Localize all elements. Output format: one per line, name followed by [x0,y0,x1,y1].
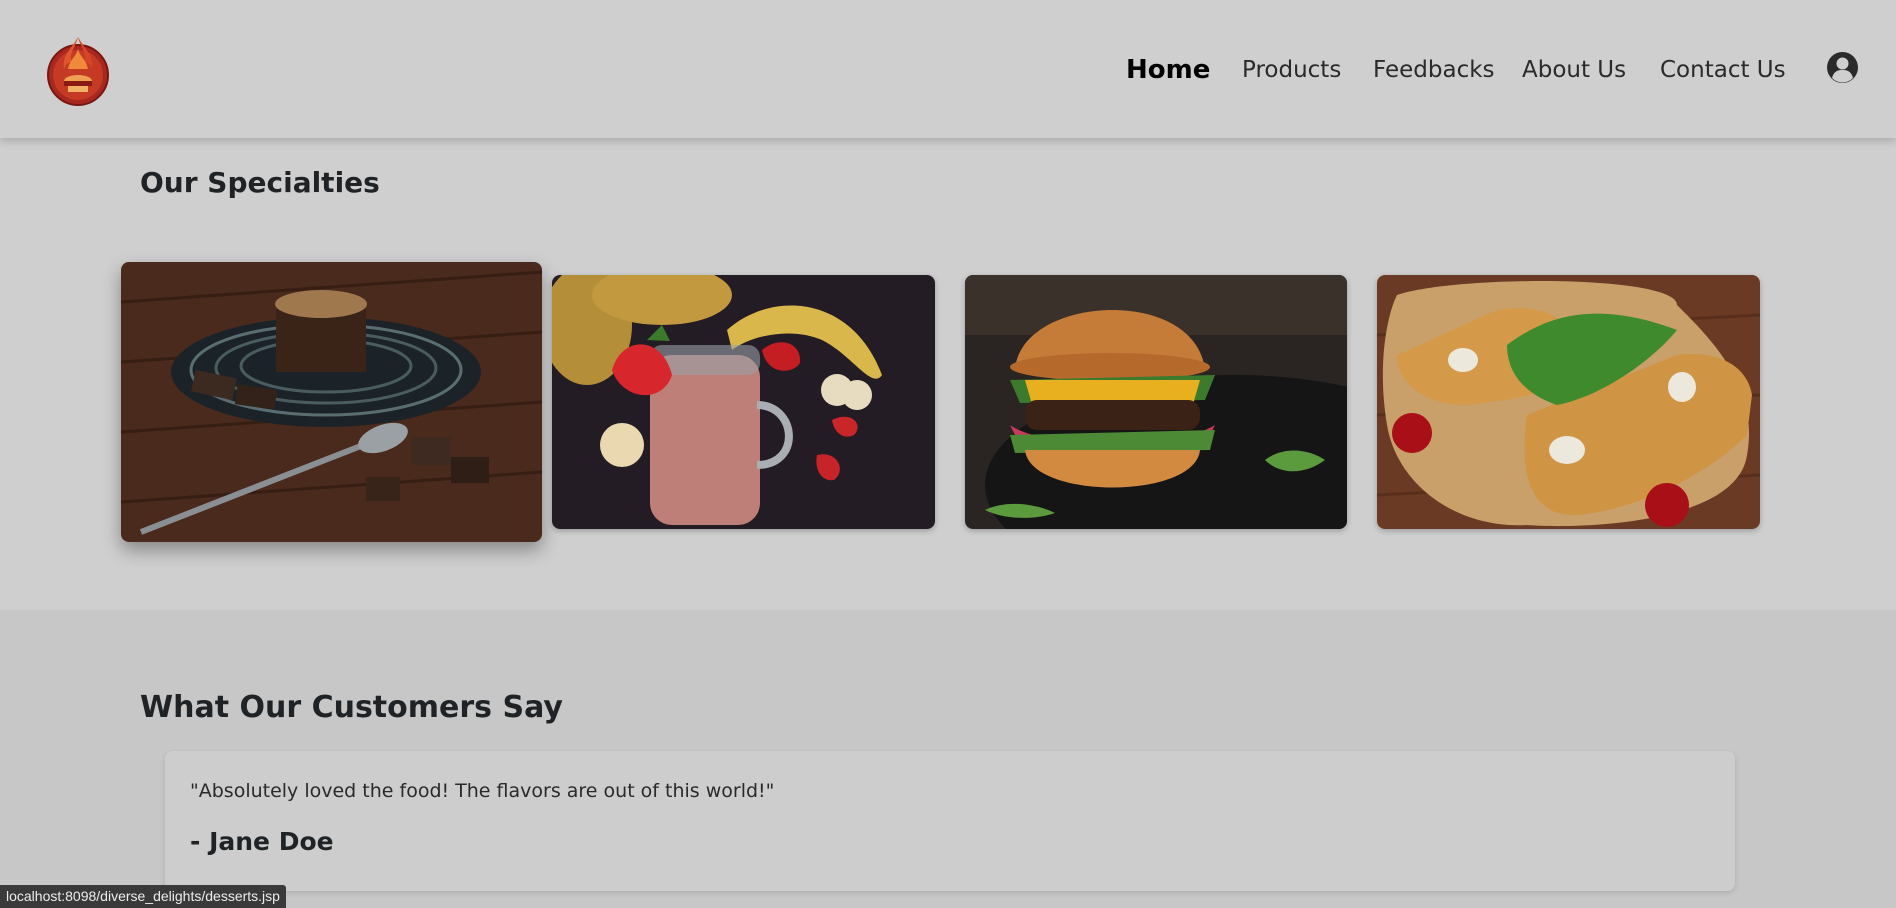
nav-feedbacks[interactable]: Feedbacks [1373,50,1495,90]
nav-about-us[interactable]: About Us [1522,50,1626,90]
burger-image [965,275,1347,529]
specialty-card-garlic-bread[interactable] [1377,275,1760,529]
testimonial-card: "Absolutely loved the food! The flavors … [165,751,1735,891]
specialty-card-chocolate-lava-cake[interactable] [121,262,542,542]
specialties-title: Our Specialties [140,166,380,199]
testimonials-title: What Our Customers Say [140,690,563,725]
specialty-card-burger[interactable] [965,275,1347,529]
strawberry-smoothie-image [552,275,935,529]
nav-home[interactable]: Home [1126,50,1210,90]
specialty-card-strawberry-smoothie[interactable] [552,275,935,529]
testimonial-quote: "Absolutely loved the food! The flavors … [190,780,775,802]
chocolate-cake-image [121,262,542,542]
main-nav: Home Products Feedbacks About Us Contact… [0,50,1896,90]
nav-products[interactable]: Products [1242,50,1341,90]
user-circle-icon[interactable] [1826,51,1859,84]
status-bar-url: localhost:8098/diverse_delights/desserts… [0,885,286,908]
site-header: Home Products Feedbacks About Us Contact… [0,0,1896,138]
garlic-bread-image [1377,275,1760,529]
nav-contact-us[interactable]: Contact Us [1660,50,1786,90]
testimonial-author: - Jane Doe [190,827,334,856]
